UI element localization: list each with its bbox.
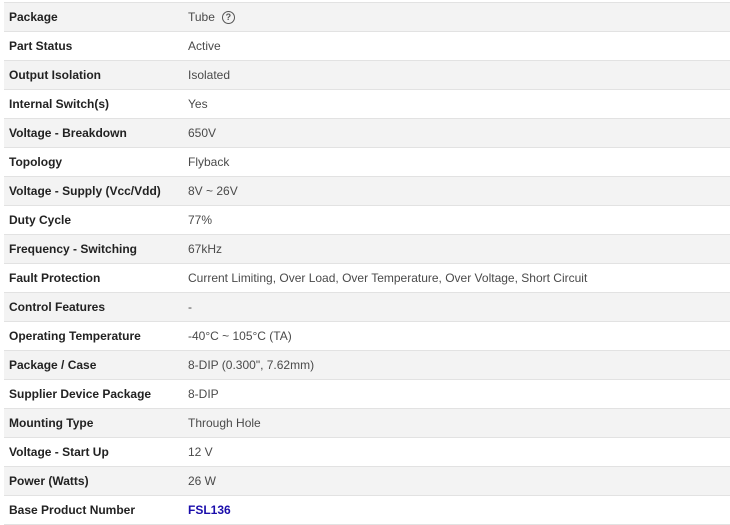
attribute-label: Supplier Device Package — [9, 387, 152, 401]
attribute-label: Package — [9, 10, 58, 24]
table-row-package: Package Tube ? — [4, 3, 730, 32]
attribute-value: 12 V — [188, 445, 213, 459]
table-row-topology: Topology Flyback — [4, 148, 730, 177]
attribute-label: Fault Protection — [9, 271, 101, 285]
product-attributes-table: Package Tube ? Part Status Active Output… — [4, 2, 730, 525]
attribute-label: Duty Cycle — [9, 213, 72, 227]
table-row-voltage-supply: Voltage - Supply (Vcc/Vdd) 8V ~ 26V — [4, 177, 730, 206]
attribute-label: Operating Temperature — [9, 329, 141, 343]
attribute-value-cell: FSL136 — [188, 503, 730, 517]
attribute-label: Mounting Type — [9, 416, 94, 430]
attribute-value: -40°C ~ 105°C (TA) — [188, 329, 292, 343]
table-row-mounting-type: Mounting Type Through Hole — [4, 409, 730, 438]
attribute-value: 77% — [188, 213, 213, 227]
table-row-base-product-number: Base Product Number FSL136 — [4, 496, 730, 525]
attribute-value: Tube — [188, 10, 215, 24]
attribute-label: Package / Case — [9, 358, 97, 372]
attribute-label: Part Status — [9, 39, 73, 53]
table-row-control-features: Control Features - — [4, 293, 730, 322]
table-row-fault-protection: Fault Protection Current Limiting, Over … — [4, 264, 730, 293]
attribute-value: Yes — [188, 97, 208, 111]
table-row-voltage-start-up: Voltage - Start Up 12 V — [4, 438, 730, 467]
table-row-operating-temperature: Operating Temperature -40°C ~ 105°C (TA) — [4, 322, 730, 351]
attribute-value: Through Hole — [188, 416, 261, 430]
attribute-value: 8-DIP (0.300", 7.62mm) — [188, 358, 315, 372]
attribute-label: Topology — [9, 155, 63, 169]
attribute-value: Flyback — [188, 155, 230, 169]
attribute-value: - — [188, 300, 192, 314]
attribute-value: 650V — [188, 126, 217, 140]
table-row-frequency-switching: Frequency - Switching 67kHz — [4, 235, 730, 264]
question-circle-icon[interactable]: ? — [221, 10, 235, 24]
attribute-value: 67kHz — [188, 242, 223, 256]
attribute-label: Frequency - Switching — [9, 242, 138, 256]
base-product-number-link[interactable]: FSL136 — [188, 503, 231, 517]
table-row-internal-switch: Internal Switch(s) Yes — [4, 90, 730, 119]
attribute-label: Voltage - Supply (Vcc/Vdd) — [9, 184, 161, 198]
table-row-duty-cycle: Duty Cycle 77% — [4, 206, 730, 235]
attribute-value-cell: Tube ? — [188, 10, 730, 24]
attribute-label: Internal Switch(s) — [9, 97, 110, 111]
table-row-package-case: Package / Case 8-DIP (0.300", 7.62mm) — [4, 351, 730, 380]
attribute-label: Base Product Number — [9, 503, 136, 517]
attribute-value: 26 W — [188, 474, 217, 488]
attribute-value: Isolated — [188, 68, 231, 82]
attribute-label: Power (Watts) — [9, 474, 89, 488]
attribute-value: 8V ~ 26V — [188, 184, 238, 198]
table-row-output-isolation: Output Isolation Isolated — [4, 61, 730, 90]
attribute-value: 8-DIP — [188, 387, 219, 401]
table-row-voltage-breakdown: Voltage - Breakdown 650V — [4, 119, 730, 148]
attribute-label: Voltage - Breakdown — [9, 126, 127, 140]
attribute-label: Voltage - Start Up — [9, 445, 109, 459]
attribute-value: Current Limiting, Over Load, Over Temper… — [188, 271, 588, 285]
table-row-power-watts: Power (Watts) 26 W — [4, 467, 730, 496]
attribute-label: Control Features — [9, 300, 106, 314]
attribute-label: Output Isolation — [9, 68, 101, 82]
attribute-value: Active — [188, 39, 221, 53]
table-row-part-status: Part Status Active — [4, 32, 730, 61]
table-row-supplier-device-package: Supplier Device Package 8-DIP — [4, 380, 730, 409]
